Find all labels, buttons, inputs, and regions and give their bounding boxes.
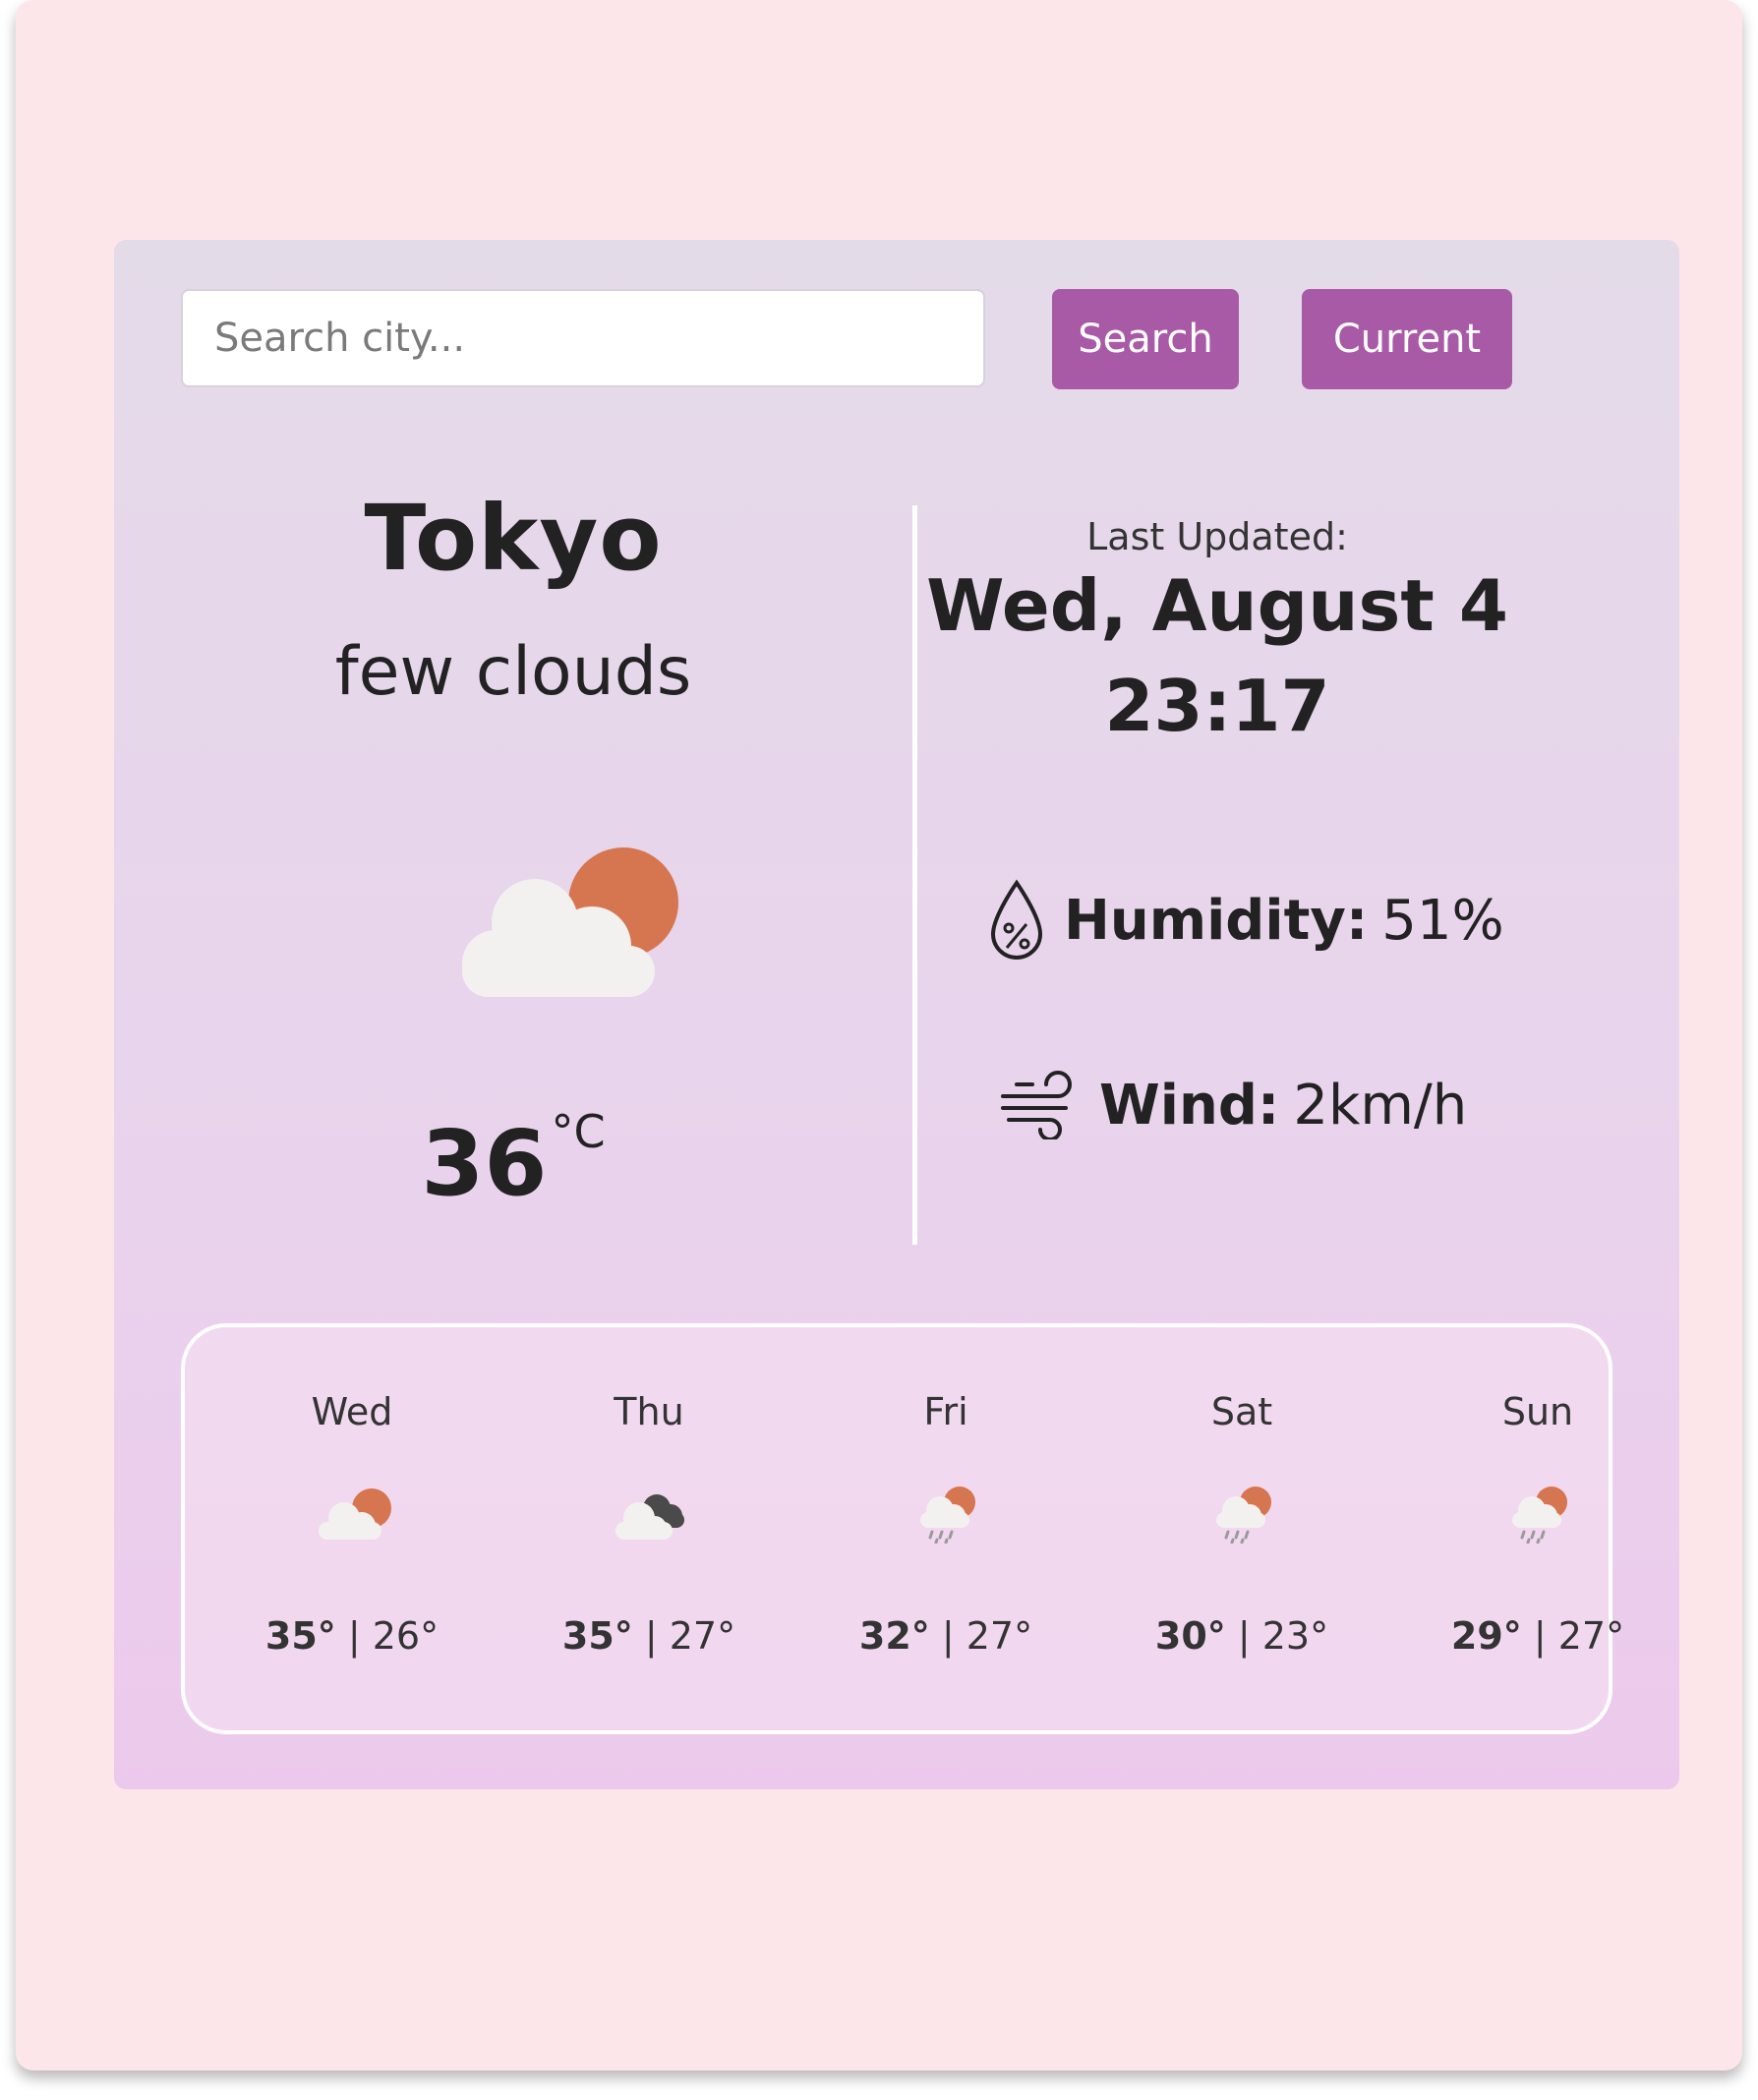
forecast-day-name: Sun [1501, 1390, 1574, 1433]
forecast-temps: 35° | 26° [264, 1614, 440, 1658]
few-clouds-icon [462, 847, 678, 997]
rain-icon [1216, 1487, 1271, 1544]
search-button[interactable]: Search [1052, 289, 1239, 389]
forecast-panel: Wed 35° | 26° Thu 35° | 27° Fri 32° | 27… [181, 1323, 1624, 1734]
humidity-value: 51% [1381, 888, 1504, 953]
forecast-day-name: Thu [614, 1390, 684, 1433]
page-background: Search Current Tokyo few clouds 36°C Las… [16, 0, 1742, 2071]
weather-description: few clouds [334, 633, 692, 711]
wind-label: Wind: [1099, 1073, 1280, 1138]
forecast-high: 35° [264, 1614, 336, 1658]
current-temperature: 36°C [114, 1105, 912, 1216]
last-updated-label: Last Updated: [1086, 515, 1348, 558]
forecast-low: 26° [372, 1614, 440, 1658]
forecast-temps: 35° | 27° [561, 1614, 736, 1658]
current-location-button[interactable]: Current [1302, 289, 1512, 389]
temperature-value: 36 [421, 1111, 548, 1216]
broken-clouds-icon [615, 1494, 684, 1540]
forecast-high: 29° [1450, 1614, 1522, 1658]
forecast-low: 27° [1557, 1614, 1625, 1658]
humidity-stat: Humidity: 51% [987, 879, 1504, 962]
last-updated-date: Wed, August 4 [926, 564, 1508, 647]
forecast-temps: 29° | 27° [1450, 1614, 1625, 1658]
forecast-high: 32° [858, 1614, 930, 1658]
humidity-icon [990, 879, 1043, 960]
forecast-day-name: Fri [923, 1390, 968, 1433]
rain-icon [920, 1487, 975, 1544]
temperature-unit: °C [551, 1105, 606, 1158]
forecast-high: 35° [561, 1614, 633, 1658]
rain-icon [1512, 1487, 1567, 1544]
search-input[interactable] [181, 289, 985, 387]
forecast-day-name: Sat [1210, 1390, 1273, 1433]
forecast-day-name: Wed [311, 1390, 393, 1433]
few-clouds-icon [319, 1488, 391, 1540]
wind-icon [1001, 1071, 1072, 1139]
forecast-low: 23° [1261, 1614, 1329, 1658]
forecast-high: 30° [1154, 1614, 1226, 1658]
city-name: Tokyo [364, 486, 663, 591]
weather-card: Search Current Tokyo few clouds 36°C Las… [114, 240, 1679, 1789]
forecast-temps: 32° | 27° [858, 1614, 1033, 1658]
forecast-temps: 30° | 23° [1154, 1614, 1329, 1658]
forecast-low: 27° [966, 1614, 1033, 1658]
forecast-low: 27° [669, 1614, 736, 1658]
last-updated-time: 23:17 [1104, 665, 1330, 747]
humidity-label: Humidity: [1064, 888, 1369, 953]
wind-value: 2km/h [1293, 1073, 1468, 1138]
wind-stat: Wind: 2km/h [999, 1071, 1467, 1139]
